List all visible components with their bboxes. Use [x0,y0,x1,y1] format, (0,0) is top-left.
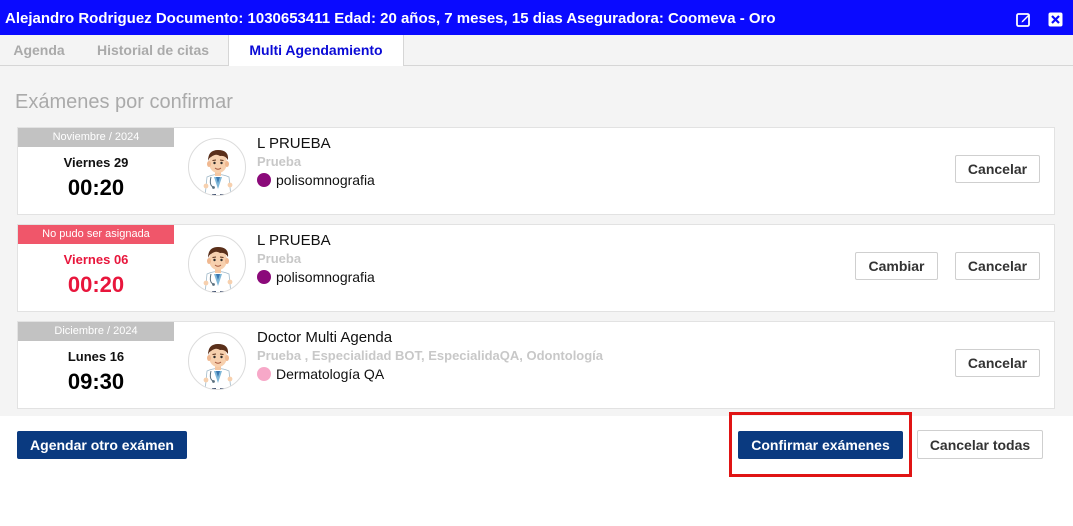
specialty-label: Prueba [257,154,302,169]
main-panel: Exámenes por confirmar Noviembre / 2024 … [0,66,1073,416]
cancel-button[interactable]: Cancelar [955,349,1040,377]
exam-label: Dermatología QA [257,366,384,382]
time-label: 09:30 [67,369,125,394]
specialty-label: Prueba [257,251,302,266]
appointment-card: Diciembre / 2024 Lunes 16 09:30 Doctor M… [17,321,1055,409]
month-label: Noviembre / 2024 [18,128,174,147]
exam-label: polisomnografia [257,269,375,285]
exam-color-dot [257,270,271,284]
exam-name: Dermatología QA [276,366,385,382]
day-label: Viernes 06 [63,252,129,267]
doctor-name: Doctor Multi Agenda [257,329,393,346]
highlight-box [729,412,912,477]
tab-multi-agendamiento[interactable]: Multi Agendamiento [228,35,404,67]
date-block: Diciembre / 2024 Lunes 16 09:30 [18,322,174,410]
appointment-card: No pudo ser asignada Viernes 06 00:20 L … [17,224,1055,312]
doctor-avatar-icon [188,138,246,196]
date-block: Noviembre / 2024 Viernes 29 00:20 [18,128,174,216]
date-block: No pudo ser asignada Viernes 06 00:20 [18,225,174,313]
add-exam-button[interactable]: Agendar otro exámen [17,431,187,459]
exam-label: polisomnografia [257,172,375,188]
exam-name: polisomnografia [276,172,375,188]
specialty-label: Prueba , Especialidad BOT, EspecialidaQA… [257,348,604,363]
time-label: 00:20 [67,175,125,200]
close-icon[interactable] [1048,12,1063,27]
status-label: No pudo ser asignada [18,225,174,244]
appointment-card: Noviembre / 2024 Viernes 29 00:20 L PRUE… [17,127,1055,215]
doctor-avatar-icon [188,332,246,390]
day-label: Viernes 29 [63,155,129,170]
exam-color-dot [257,367,271,381]
tab-historial-de-citas[interactable]: Historial de citas [78,35,228,66]
section-title: Exámenes por confirmar [15,91,233,113]
patient-info-title: Alejandro Rodriguez Documento: 103065341… [5,10,776,27]
change-button[interactable]: Cambiar [855,252,938,280]
tab-bar: Agenda Historial de citas Multi Agendami… [0,35,1073,67]
cancel-button[interactable]: Cancelar [955,252,1040,280]
day-label: Lunes 16 [67,349,125,364]
doctor-name: L PRUEBA [257,232,331,249]
edit-square-icon[interactable] [1016,12,1031,27]
exam-name: polisomnografia [276,269,375,285]
doctor-avatar-icon [188,235,246,293]
cancel-all-button[interactable]: Cancelar todas [917,430,1043,459]
tab-agenda[interactable]: Agenda [0,35,78,66]
time-label: 00:20 [67,272,125,297]
patient-header: Alejandro Rodriguez Documento: 103065341… [0,0,1073,35]
exam-color-dot [257,173,271,187]
doctor-name: L PRUEBA [257,135,331,152]
cancel-button[interactable]: Cancelar [955,155,1040,183]
month-label: Diciembre / 2024 [18,322,174,341]
